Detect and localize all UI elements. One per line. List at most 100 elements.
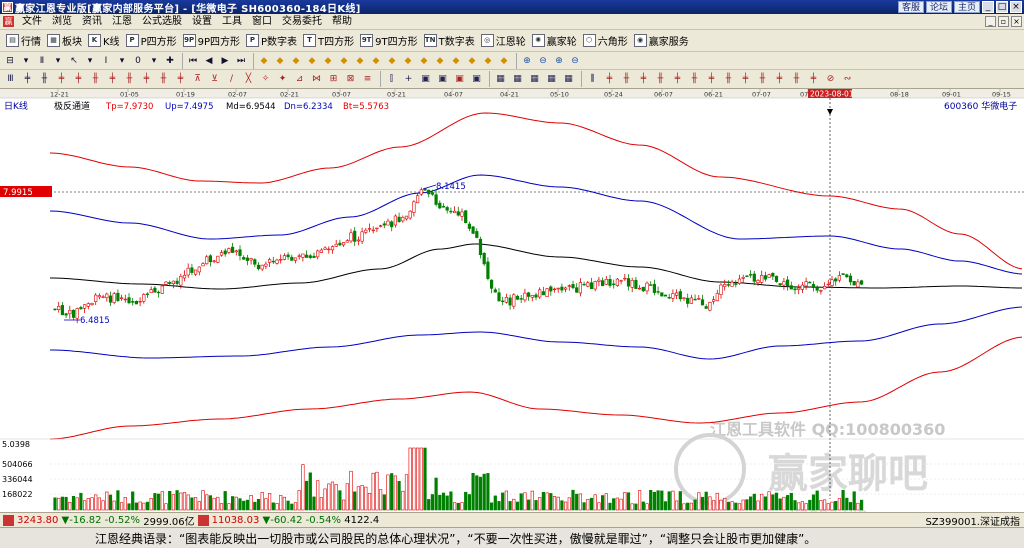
line-tool-12-icon[interactable]: ╪ <box>772 72 787 87</box>
line-tool-11-icon[interactable]: ╫ <box>755 72 770 87</box>
cross-tool-icon[interactable]: + <box>401 72 416 87</box>
line-tool-6-icon[interactable]: ╪ <box>670 72 685 87</box>
mark-tool-3-icon[interactable]: ▣ <box>452 72 467 87</box>
cursor-icon[interactable]: ↖ <box>67 54 81 68</box>
bar-tool-8-icon[interactable]: ╫ <box>122 72 137 87</box>
doc-restore-icon[interactable]: ▫ <box>998 16 1009 27</box>
t-square-button[interactable]: T T四方形 <box>301 32 358 50</box>
menu-settings[interactable]: 设置 <box>187 14 217 30</box>
diamond-tool-14-icon[interactable]: ◆ <box>465 54 479 68</box>
menu-file[interactable]: 文件 <box>17 14 47 30</box>
zoom-in-icon[interactable]: ⊕ <box>520 54 534 68</box>
p-square-button[interactable]: P P四方形 <box>124 32 181 50</box>
bar-tool-2-icon[interactable]: ╪ <box>20 72 35 87</box>
bar-tool-15-icon[interactable]: ╳ <box>241 72 256 87</box>
line-tool-3-icon[interactable]: ╫ <box>619 72 634 87</box>
diamond-tool-13-icon[interactable]: ◆ <box>449 54 463 68</box>
bar-tool-16-icon[interactable]: ✧ <box>258 72 273 87</box>
crosshair-icon[interactable]: ✚ <box>163 54 177 68</box>
diamond-tool-1-icon[interactable]: ◆ <box>257 54 271 68</box>
line-tool-8-icon[interactable]: ╪ <box>704 72 719 87</box>
dropdown-arrow-icon[interactable]: ▾ <box>51 54 65 68</box>
bar-tool-12-icon[interactable]: ⊼ <box>190 72 205 87</box>
forum-button[interactable]: 论坛 <box>925 1 952 13</box>
doc-minimize-icon[interactable]: _ <box>985 16 996 27</box>
line-tool-1-icon[interactable]: ⫼ <box>585 72 600 87</box>
grid-tool-4-icon[interactable]: ▦ <box>544 72 559 87</box>
mark-tool-2-icon[interactable]: ▣ <box>435 72 450 87</box>
diamond-tool-16-icon[interactable]: ◆ <box>497 54 511 68</box>
period-icon[interactable]: Ⅱ <box>35 54 49 68</box>
9p-square-button[interactable]: 9P 9P四方形 <box>181 32 244 50</box>
diamond-tool-15-icon[interactable]: ◆ <box>481 54 495 68</box>
bar-tool-22-icon[interactable]: ≡ <box>360 72 375 87</box>
bar-tool-17-icon[interactable]: ✦ <box>275 72 290 87</box>
shenzhen-index-icon[interactable] <box>197 514 209 526</box>
close-icon[interactable]: × <box>1010 1 1022 13</box>
menu-browse[interactable]: 浏览 <box>47 14 77 30</box>
line-tool-5-icon[interactable]: ╫ <box>653 72 668 87</box>
bar-tool-10-icon[interactable]: ╫ <box>156 72 171 87</box>
menu-news[interactable]: 资讯 <box>77 14 107 30</box>
kline-chart[interactable]: 12-21 01-05 01-19 02-07 02-21 03-07 03-21 04-07… <box>0 89 1024 512</box>
line-tool-2-icon[interactable]: ╪ <box>602 72 617 87</box>
diamond-tool-2-icon[interactable]: ◆ <box>273 54 287 68</box>
bar-tool-18-icon[interactable]: ⊿ <box>292 72 307 87</box>
diamond-tool-7-icon[interactable]: ◆ <box>353 54 367 68</box>
gann-wheel-button[interactable]: ◎ 江恩轮 <box>479 32 530 50</box>
maximize-icon[interactable]: □ <box>996 1 1008 13</box>
zoom-in-2-icon[interactable]: ⊕ <box>552 54 566 68</box>
diamond-tool-11-icon[interactable]: ◆ <box>417 54 431 68</box>
bar-tool-21-icon[interactable]: ⊠ <box>343 72 358 87</box>
diamond-tool-8-icon[interactable]: ◆ <box>369 54 383 68</box>
dropdown-arrow-icon[interactable]: ▾ <box>147 54 161 68</box>
zoom-out-icon[interactable]: ⊖ <box>536 54 550 68</box>
layout-icon[interactable]: ⊟ <box>3 54 17 68</box>
sector-button[interactable]: ▦ 板块 <box>45 32 86 50</box>
bar-tool-1-icon[interactable]: Ⅲ <box>3 72 18 87</box>
diamond-tool-9-icon[interactable]: ◆ <box>385 54 399 68</box>
shanghai-index-icon[interactable] <box>3 514 14 526</box>
grid-tool-3-icon[interactable]: ▦ <box>527 72 542 87</box>
customer-service-button[interactable]: 客服 <box>897 1 924 13</box>
first-bar-icon[interactable]: ⏮ <box>186 54 200 68</box>
kline-button[interactable]: K K线 <box>86 32 124 50</box>
bar-tool-20-icon[interactable]: ⊞ <box>326 72 341 87</box>
grid-tool-2-icon[interactable]: ▦ <box>510 72 525 87</box>
homepage-button[interactable]: 主页 <box>953 1 980 13</box>
menu-trade[interactable]: 交易委托 <box>277 14 327 30</box>
last-bar-icon[interactable]: ⏭ <box>234 54 248 68</box>
service-button[interactable]: ◉ 赢家服务 <box>632 32 693 50</box>
mark-tool-4-icon[interactable]: ▣ <box>469 72 484 87</box>
bar-tool-9-icon[interactable]: ╪ <box>139 72 154 87</box>
line-tool-10-icon[interactable]: ╪ <box>738 72 753 87</box>
menu-gann[interactable]: 江恩 <box>107 14 137 30</box>
bar-tool-4-icon[interactable]: ╪ <box>54 72 69 87</box>
diamond-tool-10-icon[interactable]: ◆ <box>401 54 415 68</box>
bar-tool-6-icon[interactable]: ╫ <box>88 72 103 87</box>
zoom-out-2-icon[interactable]: ⊖ <box>568 54 582 68</box>
number-icon[interactable]: 0 <box>131 54 145 68</box>
mark-tool-1-icon[interactable]: ▣ <box>418 72 433 87</box>
t-number-button[interactable]: TN T数字表 <box>422 32 479 50</box>
menu-tools[interactable]: 工具 <box>217 14 247 30</box>
diamond-tool-4-icon[interactable]: ◆ <box>305 54 319 68</box>
bar-tool-7-icon[interactable]: ╪ <box>105 72 120 87</box>
dropdown-arrow-icon[interactable]: ▾ <box>19 54 33 68</box>
diamond-tool-12-icon[interactable]: ◆ <box>433 54 447 68</box>
winner-wheel-button[interactable]: ✺ 赢家轮 <box>530 32 581 50</box>
menu-formula[interactable]: 公式选股 <box>137 14 187 30</box>
diamond-tool-3-icon[interactable]: ◆ <box>289 54 303 68</box>
9t-square-button[interactable]: 9T 9T四方形 <box>358 32 421 50</box>
line-tool-14-icon[interactable]: ╪ <box>806 72 821 87</box>
next-bar-icon[interactable]: ▶ <box>218 54 232 68</box>
grid-tool-5-icon[interactable]: ▦ <box>561 72 576 87</box>
line-tool-13-icon[interactable]: ╫ <box>789 72 804 87</box>
bar-tool-3-icon[interactable]: ╫ <box>37 72 52 87</box>
wave-tool-icon[interactable]: ∾ <box>840 72 855 87</box>
line-tool-15-icon[interactable]: ⊘ <box>823 72 838 87</box>
line-tool-4-icon[interactable]: ╪ <box>636 72 651 87</box>
ruler-tool-icon[interactable]: ⫿ <box>384 72 399 87</box>
menu-help[interactable]: 帮助 <box>327 14 357 30</box>
diamond-tool-6-icon[interactable]: ◆ <box>337 54 351 68</box>
